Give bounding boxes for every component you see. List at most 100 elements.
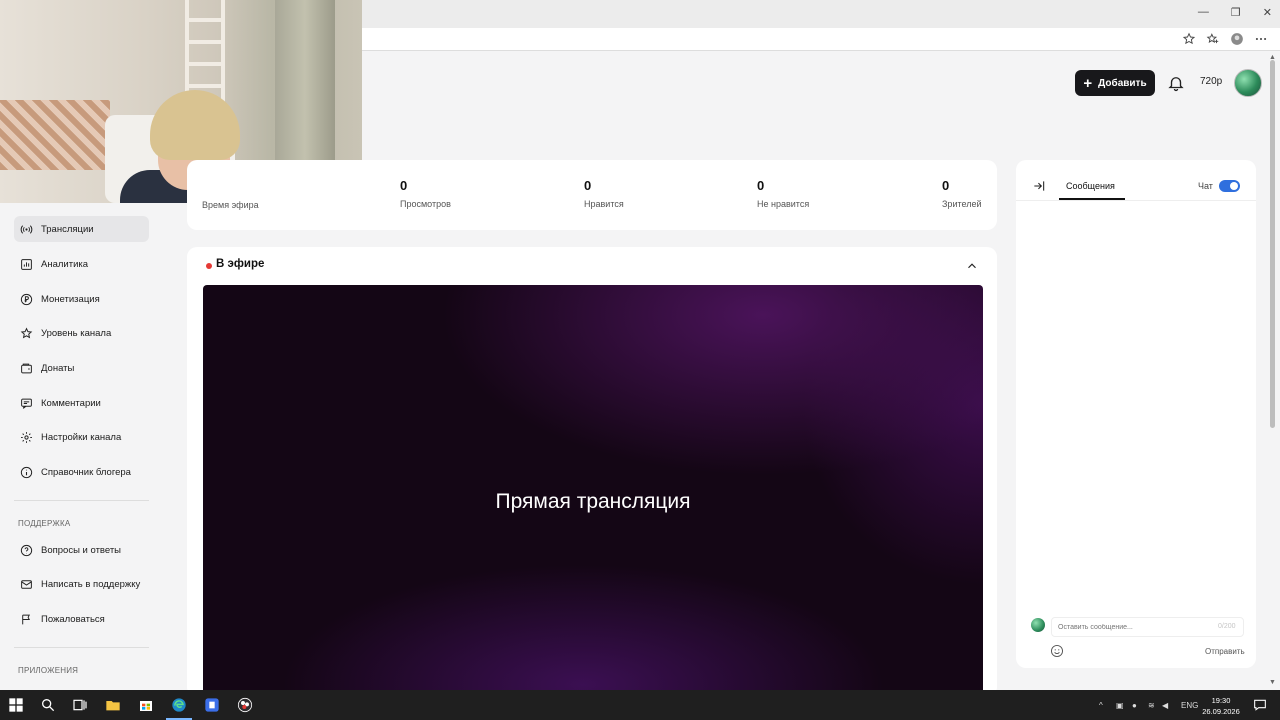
chevron-up-icon[interactable]	[965, 259, 979, 273]
microphone-icon[interactable]: ●	[1132, 701, 1137, 710]
taskbar: ^ ▣ ● ≋ ◀ ENG 19:30 26.09.2026	[0, 690, 1280, 720]
comment-icon	[21, 398, 32, 409]
stat-label: Зрителей	[942, 199, 982, 209]
notifications-icon[interactable]	[1252, 697, 1268, 713]
language-indicator[interactable]: ENG	[1181, 701, 1198, 710]
sidebar-item-contact-support[interactable]: Написать в поддержку	[14, 571, 149, 597]
sidebar-item-donations[interactable]: Донаты	[14, 355, 149, 381]
stat-likes: 0 Нравится	[584, 178, 624, 209]
webcam-person-hair	[150, 90, 240, 160]
chat-toggle-label: Чат	[1198, 181, 1213, 191]
player-placeholder-text: Прямая трансляция	[495, 490, 691, 513]
close-icon[interactable]: ✕	[1263, 6, 1272, 19]
star-icon	[20, 326, 33, 338]
user-avatar[interactable]	[1234, 69, 1262, 97]
stats-card: Время эфира 0 Просмотров 0 Нравится 0 Не…	[187, 160, 997, 230]
ruble-icon	[20, 293, 33, 305]
stat-views: 0 Просмотров	[400, 178, 451, 209]
support-heading: ПОДДЕРЖКА	[18, 519, 71, 528]
add-button-label: Добавить	[1098, 77, 1147, 89]
sidebar-item-report[interactable]: Пожаловаться	[14, 606, 149, 632]
webcam-bed	[0, 100, 110, 170]
chat-toggle[interactable]	[1219, 180, 1240, 192]
info-icon	[20, 466, 33, 478]
stat-value: 0	[584, 178, 592, 193]
sidebar-item-label: Справочник блогера	[41, 466, 131, 478]
browser-toolbar-icons	[1182, 32, 1268, 46]
sidebar-item-channel-level[interactable]: Уровень канала	[14, 320, 149, 346]
sidebar-item-blogger-guide[interactable]: Справочник блогера	[14, 459, 149, 485]
window-controls: — ❐ ✕	[1198, 6, 1272, 19]
minimize-icon[interactable]: —	[1198, 6, 1209, 19]
live-indicator-dot	[206, 263, 212, 269]
sidebar-item-faq[interactable]: Вопросы и ответы	[14, 537, 149, 563]
stat-airtime: Время эфира	[202, 178, 259, 210]
stat-dislikes: 0 Не нравится	[757, 178, 809, 209]
more-icon[interactable]	[1254, 32, 1268, 46]
mail-icon	[21, 579, 32, 589]
file-explorer-icon[interactable]	[105, 697, 121, 713]
video-player[interactable]: Прямая трансляция	[203, 285, 983, 690]
stat-viewers: 0 Зрителей	[942, 178, 981, 209]
stat-label: Просмотров	[400, 199, 451, 209]
clock-date: 26.09.2026	[1202, 707, 1240, 716]
chat-panel: Сообщения Чат 0/200 Отправить	[1016, 160, 1256, 668]
chat-message-input[interactable]	[1051, 617, 1244, 637]
scroll-down-icon[interactable]: ▼	[1269, 679, 1276, 686]
sidebar-item-label: Донаты	[41, 362, 75, 374]
sidebar-divider	[14, 500, 149, 501]
stat-label: Нравится	[584, 199, 624, 209]
sidebar-item-label: Монетизация	[41, 293, 100, 305]
stat-label: Не нравится	[757, 199, 810, 209]
task-view-icon[interactable]	[72, 697, 88, 713]
wallet-icon	[21, 363, 32, 373]
sidebar-item-monetization[interactable]: Монетизация	[14, 286, 149, 312]
emoji-icon[interactable]	[1050, 644, 1064, 658]
apps-heading: ПРИЛОЖЕНИЯ	[18, 666, 79, 675]
bell-icon[interactable]	[1167, 74, 1185, 92]
tray-chevron-icon[interactable]: ^	[1099, 701, 1103, 710]
sidebar-item-comments[interactable]: Комментарии	[14, 390, 149, 416]
scrollbar-thumb[interactable]	[1270, 60, 1275, 428]
tray-device-icon[interactable]: ▣	[1116, 701, 1124, 710]
quality-label: 720p	[1200, 76, 1223, 87]
sidebar-divider	[14, 647, 149, 648]
sidebar-item-broadcasts[interactable]: Трансляции	[14, 216, 149, 242]
tab-messages[interactable]: Сообщения	[1066, 181, 1115, 191]
live-card: В эфире Прямая трансляция	[187, 247, 997, 697]
obs-icon[interactable]	[237, 697, 253, 713]
plus-icon: +	[1083, 74, 1093, 92]
maximize-icon[interactable]: ❐	[1231, 6, 1241, 19]
live-title: В эфире	[216, 258, 265, 270]
search-icon[interactable]	[40, 697, 56, 713]
sidebar: Трансляции Аналитика Монетизация Уровень…	[0, 203, 165, 690]
send-button[interactable]: Отправить	[1205, 647, 1245, 656]
windows-start-icon[interactable]	[8, 697, 24, 713]
sidebar-item-label: Комментарии	[41, 397, 101, 409]
app-icon-blue[interactable]	[204, 697, 220, 713]
collapse-panel-icon[interactable]	[1032, 179, 1046, 193]
chat-header-divider	[1016, 200, 1256, 201]
favorites-icon[interactable]	[1206, 32, 1220, 46]
store-icon[interactable]	[138, 697, 154, 713]
add-button[interactable]: + Добавить	[1075, 70, 1155, 96]
stat-value: 0	[400, 178, 408, 193]
char-counter: 0/200	[1218, 623, 1236, 630]
broadcast-icon	[20, 224, 33, 234]
profile-icon[interactable]	[1230, 32, 1244, 46]
star-favorite-icon[interactable]	[1182, 32, 1196, 46]
flag-icon	[22, 614, 30, 624]
network-icon[interactable]: ≋	[1148, 701, 1155, 710]
sidebar-item-channel-settings[interactable]: Настройки канала	[14, 424, 149, 450]
system-clock[interactable]: 19:30 26.09.2026	[1200, 695, 1242, 717]
sidebar-item-label: Пожаловаться	[41, 613, 105, 625]
volume-icon[interactable]: ◀	[1162, 701, 1168, 710]
clock-time: 19:30	[1211, 696, 1231, 705]
sidebar-item-analytics[interactable]: Аналитика	[14, 251, 149, 277]
stat-value: 0	[942, 178, 950, 193]
sidebar-item-label: Аналитика	[41, 258, 89, 270]
sidebar-item-label: Настройки канала	[41, 431, 122, 443]
edge-browser-icon[interactable]	[171, 697, 187, 713]
sidebar-item-label: Уровень канала	[41, 327, 112, 339]
sidebar-item-label: Трансляции	[41, 223, 94, 235]
